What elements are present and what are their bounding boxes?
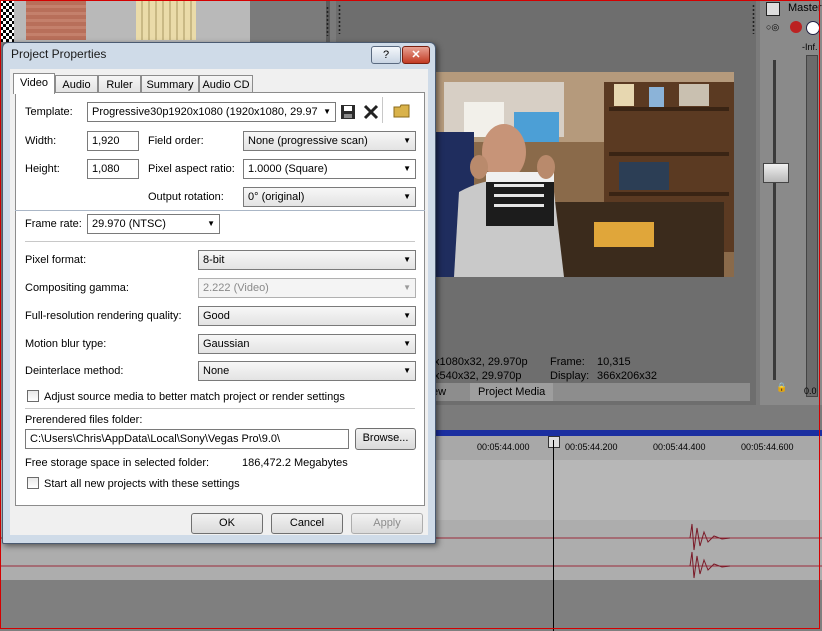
adjust-source-checkbox[interactable] <box>27 390 39 402</box>
width-label: Width: <box>25 135 57 147</box>
pixel-aspect-label: Pixel aspect ratio: <box>148 163 235 175</box>
delete-template-icon[interactable] <box>362 103 380 121</box>
adjust-source-label[interactable]: Adjust source media to better match proj… <box>44 391 345 403</box>
ok-button[interactable]: OK <box>191 513 263 534</box>
prerendered-label: Prerendered files folder: <box>25 414 143 426</box>
compositing-gamma-dropdown: 2.222 (Video) ▼ <box>198 278 416 298</box>
frame-rate-value: 29.970 (NTSC) <box>92 218 166 230</box>
tab-summary[interactable]: Summary <box>141 75 199 93</box>
separator <box>25 408 415 409</box>
pixel-aspect-value: 1.0000 (Square) <box>248 163 328 175</box>
output-rotation-value: 0° (original) <box>248 191 305 203</box>
chevron-down-icon: ▼ <box>207 219 215 228</box>
start-all-label[interactable]: Start all new projects with these settin… <box>44 478 240 490</box>
pixel-format-value: 8-bit <box>203 254 225 266</box>
save-template-icon[interactable] <box>339 103 357 121</box>
field-order-label: Field order: <box>148 135 204 147</box>
prerendered-folder-field[interactable]: C:\Users\Chris\AppData\Local\Sony\Vegas … <box>25 429 349 449</box>
start-all-checkbox[interactable] <box>27 477 39 489</box>
separator <box>25 241 415 242</box>
compositing-gamma-value: 2.222 (Video) <box>203 282 269 294</box>
deinterlace-label: Deinterlace method: <box>25 365 124 377</box>
tab-video[interactable]: Video <box>13 73 55 94</box>
folder-icon[interactable] <box>393 102 411 120</box>
tab-audio[interactable]: Audio <box>55 75 98 93</box>
height-field[interactable]: 1,080 <box>87 159 139 179</box>
rendering-quality-dropdown[interactable]: Good ▼ <box>198 306 416 326</box>
chevron-down-icon: ▼ <box>403 339 411 348</box>
pixel-format-dropdown[interactable]: 8-bit ▼ <box>198 250 416 270</box>
apply-button: Apply <box>351 513 423 534</box>
chevron-down-icon: ▼ <box>403 283 411 292</box>
compositing-gamma-label: Compositing gamma: <box>25 282 129 294</box>
rendering-quality-value: Good <box>203 310 230 322</box>
free-storage-label: Free storage space in selected folder: <box>25 457 210 469</box>
height-label: Height: <box>25 163 60 175</box>
separator <box>15 210 425 211</box>
deinterlace-value: None <box>203 365 230 377</box>
motion-blur-label: Motion blur type: <box>25 338 107 350</box>
video-tab-page: Template: Progressive30p1920x1080 (1920x… <box>15 92 425 506</box>
free-storage-value: 186,472.2 Megabytes <box>242 457 348 469</box>
project-properties-dialog: Project Properties ? ✕ Video Audio Ruler… <box>2 42 436 544</box>
help-button[interactable]: ? <box>371 46 401 64</box>
field-order-dropdown[interactable]: None (progressive scan) ▼ <box>243 131 416 151</box>
deinterlace-dropdown[interactable]: None ▼ <box>198 361 416 381</box>
close-button[interactable]: ✕ <box>402 46 430 64</box>
pixel-aspect-dropdown[interactable]: 1.0000 (Square) ▼ <box>243 159 416 179</box>
chevron-down-icon: ▼ <box>403 366 411 375</box>
frame-rate-dropdown[interactable]: 29.970 (NTSC) ▼ <box>87 214 220 234</box>
output-rotation-dropdown[interactable]: 0° (original) ▼ <box>243 187 416 207</box>
output-rotation-label: Output rotation: <box>148 191 224 203</box>
template-dropdown[interactable]: Progressive30p1920x1080 (1920x1080, 29.9… <box>87 102 336 122</box>
motion-blur-dropdown[interactable]: Gaussian ▼ <box>198 334 416 354</box>
template-value: Progressive30p1920x1080 (1920x1080, 29.9… <box>92 106 318 118</box>
chevron-down-icon: ▼ <box>403 311 411 320</box>
chevron-down-icon: ▼ <box>320 103 331 121</box>
chevron-down-icon: ▼ <box>403 164 411 173</box>
field-order-value: None (progressive scan) <box>248 135 368 147</box>
chevron-down-icon: ▼ <box>403 255 411 264</box>
dialog-title: Project Properties <box>11 47 107 61</box>
rendering-quality-label: Full-resolution rendering quality: <box>25 310 182 322</box>
frame-rate-label: Frame rate: <box>25 218 82 230</box>
chevron-down-icon: ▼ <box>403 192 411 201</box>
pixel-format-label: Pixel format: <box>25 254 87 266</box>
tab-audio-cd[interactable]: Audio CD <box>199 75 253 93</box>
chevron-down-icon: ▼ <box>403 136 411 145</box>
browse-button[interactable]: Browse... <box>355 428 416 450</box>
tab-ruler[interactable]: Ruler <box>98 75 141 93</box>
width-field[interactable]: 1,920 <box>87 131 139 151</box>
cancel-button[interactable]: Cancel <box>271 513 343 534</box>
motion-blur-value: Gaussian <box>203 338 250 350</box>
toolbar-divider <box>382 97 383 123</box>
template-label: Template: <box>25 106 73 118</box>
